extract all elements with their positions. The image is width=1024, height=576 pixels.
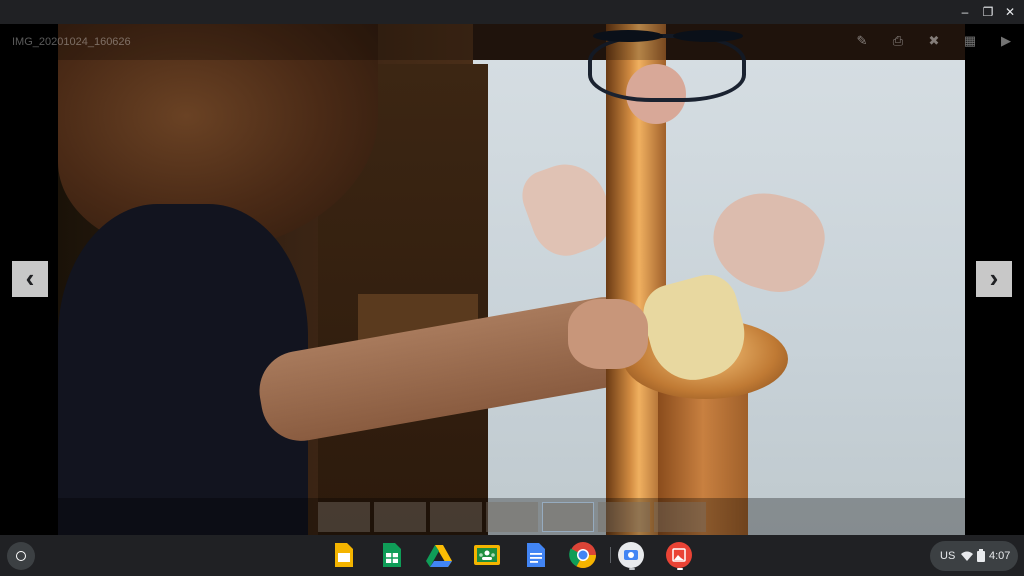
previous-image-button[interactable]: ‹ bbox=[12, 261, 48, 297]
camera-icon bbox=[618, 542, 644, 568]
print-icon[interactable]: ⎙ bbox=[890, 33, 906, 49]
viewer-toolbar: IMG_20201024_160626 ✎ ⎙ ✖ ▦ ▶ bbox=[0, 24, 1024, 60]
trash-icon[interactable]: ✖ bbox=[926, 33, 942, 49]
sheets-icon bbox=[383, 543, 401, 567]
google-sheets-app[interactable] bbox=[375, 539, 407, 571]
gallery-icon bbox=[666, 542, 692, 568]
status-tray[interactable]: US 4:07 bbox=[930, 541, 1018, 571]
google-drive-app[interactable] bbox=[423, 539, 455, 571]
google-docs-app[interactable] bbox=[519, 539, 551, 571]
photo-hand bbox=[568, 299, 648, 369]
close-button[interactable]: ✕ bbox=[1003, 5, 1017, 19]
restore-button[interactable]: ❐ bbox=[981, 5, 995, 19]
grid-icon[interactable]: ▦ bbox=[962, 33, 978, 49]
chrome-icon bbox=[569, 542, 597, 569]
drive-icon bbox=[426, 545, 452, 567]
google-chrome-app[interactable] bbox=[567, 539, 599, 571]
shelf-separator bbox=[610, 547, 611, 563]
slideshow-icon[interactable]: ▶ bbox=[998, 33, 1014, 49]
shelf: US 4:07 bbox=[0, 535, 1024, 576]
keyboard-layout-label: US bbox=[940, 550, 956, 562]
running-indicator bbox=[677, 568, 683, 570]
thumbnail[interactable] bbox=[374, 502, 426, 532]
thumbnail[interactable] bbox=[486, 502, 538, 532]
photo bbox=[58, 24, 965, 535]
camera-app[interactable] bbox=[615, 539, 647, 571]
thumbnail-strip bbox=[0, 498, 1024, 535]
image-title: IMG_20201024_160626 bbox=[12, 36, 131, 48]
wifi-icon bbox=[961, 551, 973, 561]
minimize-button[interactable]: – bbox=[958, 5, 972, 19]
google-classroom-app[interactable] bbox=[471, 539, 503, 571]
thumbnail-selected[interactable] bbox=[542, 502, 594, 532]
slides-icon bbox=[335, 543, 353, 567]
thumbnail[interactable] bbox=[598, 502, 650, 532]
pencil-icon[interactable]: ✎ bbox=[854, 33, 870, 49]
next-image-button[interactable]: › bbox=[976, 261, 1012, 297]
thumbnail[interactable] bbox=[430, 502, 482, 532]
running-indicator bbox=[629, 568, 635, 570]
docs-icon bbox=[527, 543, 545, 567]
clock: 4:07 bbox=[989, 550, 1011, 562]
thumbnail[interactable] bbox=[654, 502, 706, 532]
thumbnail[interactable] bbox=[318, 502, 370, 532]
battery-icon bbox=[977, 549, 985, 562]
window-title-bar: – ❐ ✕ bbox=[0, 0, 1024, 24]
launcher-button[interactable] bbox=[7, 542, 35, 570]
gallery-app[interactable] bbox=[663, 539, 695, 571]
classroom-icon bbox=[474, 545, 500, 565]
google-slides-app[interactable] bbox=[327, 539, 359, 571]
image-viewer: IMG_20201024_160626 ✎ ⎙ ✖ ▦ ▶ ‹ › bbox=[0, 24, 1024, 535]
